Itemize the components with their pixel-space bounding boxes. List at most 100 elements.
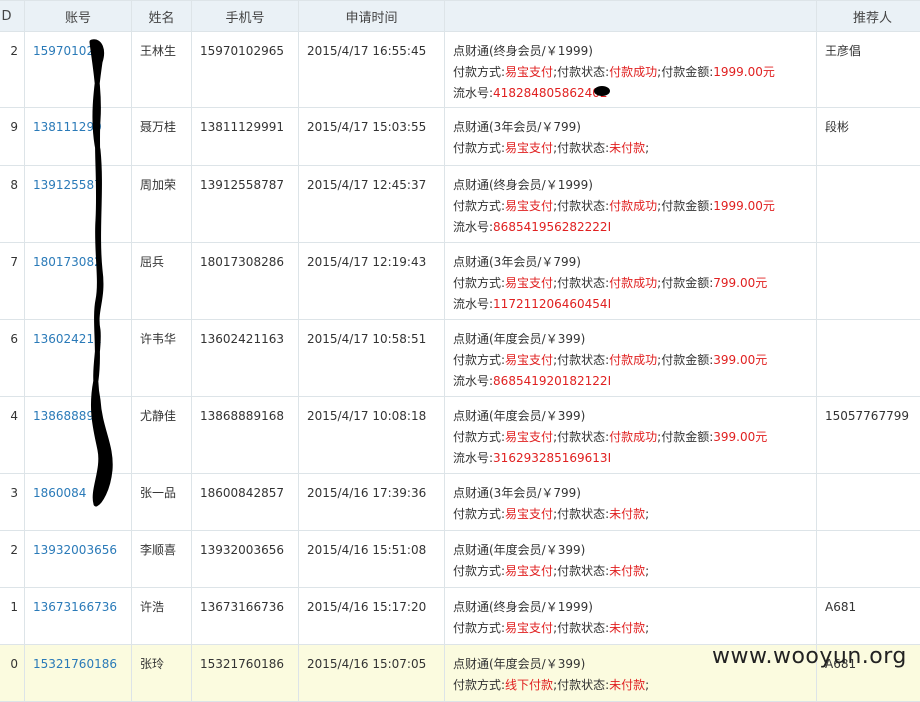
time-cell: 2015/4/17 16:55:45 <box>299 32 445 108</box>
product-line: 点财通(终身会员/￥1999) <box>453 41 808 62</box>
serial-value: 117211206460454I <box>493 297 611 311</box>
phone-cell: 18600842857 <box>192 474 299 531</box>
col-header-index[interactable]: D <box>0 1 25 32</box>
account-link[interactable]: 138688898 <box>33 409 102 423</box>
table-row[interactable]: 113673166736许浩136731667362015/4/16 15:17… <box>0 588 920 645</box>
time-cell: 2015/4/17 10:58:51 <box>299 320 445 397</box>
referrer-cell: 王彦倡 <box>817 32 920 108</box>
payment-line: 付款方式:易宝支付;付款状态:未付款; <box>453 618 808 639</box>
name-cell: 许浩 <box>132 588 192 645</box>
order-detail-cell: 点财通(终身会员/￥1999)付款方式:易宝支付;付款状态:未付款; <box>445 588 817 645</box>
table-row[interactable]: 7180173082屈兵180173082862015/4/17 12:19:4… <box>0 243 920 320</box>
row-index: 1 <box>0 588 25 645</box>
name-cell: 尤静佳 <box>132 397 192 474</box>
pay-trail: ; <box>645 678 649 692</box>
product-line: 点财通(年度会员/￥399) <box>453 540 808 561</box>
account-cell: 136024211 <box>25 320 132 397</box>
pay-status-value: 付款成功 <box>609 65 657 79</box>
product-line: 点财通(年度会员/￥399) <box>453 406 808 427</box>
phone-cell: 15321760186 <box>192 645 299 702</box>
serial-value: 316293285169613I <box>493 451 611 465</box>
table-row[interactable]: 9138111299聂万桂138111299912015/4/17 15:03:… <box>0 108 920 166</box>
phone-cell: 13602421163 <box>192 320 299 397</box>
account-cell: 15321760186 <box>25 645 132 702</box>
account-link[interactable]: 138111299 <box>33 120 102 134</box>
account-cell: 180173082 <box>25 243 132 320</box>
account-link[interactable]: 159701029 <box>33 44 102 58</box>
row-index: 7 <box>0 243 25 320</box>
account-link[interactable]: 15321760186 <box>33 657 117 671</box>
serial-line: 流水号:868541920182122I <box>453 371 808 392</box>
serial-label: 流水号: <box>453 297 493 311</box>
serial-value: 868541956282222I <box>493 220 611 234</box>
table-row[interactable]: 8139125587周加荣139125587872015/4/17 12:45:… <box>0 166 920 243</box>
serial-label: 流水号: <box>453 86 493 100</box>
referrer-cell: 段彬 <box>817 108 920 166</box>
pay-amount-label: ;付款金额: <box>657 65 713 79</box>
col-header-name[interactable]: 姓名 <box>132 1 192 32</box>
table-row[interactable]: 4138688898尤静佳138688891682015/4/17 10:08:… <box>0 397 920 474</box>
time-cell: 2015/4/16 15:51:08 <box>299 531 445 588</box>
product-line: 点财通(3年会员/￥799) <box>453 252 808 273</box>
phone-cell: 13811129991 <box>192 108 299 166</box>
col-header-time[interactable]: 申请时间 <box>299 1 445 32</box>
serial-line: 流水号:868541956282222I <box>453 217 808 238</box>
col-header-account[interactable]: 账号 <box>25 1 132 32</box>
pay-method-label: 付款方式: <box>453 430 505 444</box>
account-link[interactable]: 139125587 <box>33 178 102 192</box>
referrer-cell: A681 <box>817 588 920 645</box>
serial-value: 868541920182122I <box>493 374 611 388</box>
account-link[interactable]: 136024211 <box>33 332 102 346</box>
row-index: 9 <box>0 108 25 166</box>
phone-cell: 13868889168 <box>192 397 299 474</box>
pay-status-label: ;付款状态: <box>553 353 609 367</box>
time-cell: 2015/4/16 17:39:36 <box>299 474 445 531</box>
pay-method-value: 易宝支付 <box>505 141 553 155</box>
table-row[interactable]: 6136024211许韦华136024211632015/4/17 10:58:… <box>0 320 920 397</box>
pay-status-label: ;付款状态: <box>553 199 609 213</box>
pay-status-value: 付款成功 <box>609 353 657 367</box>
referrer-cell <box>817 243 920 320</box>
pay-status-value: 未付款 <box>609 621 645 635</box>
phone-cell: 13912558787 <box>192 166 299 243</box>
payment-line: 付款方式:易宝支付;付款状态:付款成功;付款金额:1999.00元 <box>453 62 808 83</box>
table-header-row: D 账号 姓名 手机号 申请时间 推荐人 <box>0 1 920 32</box>
pay-method-value: 易宝支付 <box>505 507 553 521</box>
name-cell: 张玲 <box>132 645 192 702</box>
pay-method-value: 易宝支付 <box>505 276 553 290</box>
serial-label: 流水号: <box>453 451 493 465</box>
serial-line: 流水号:117211206460454I <box>453 294 808 315</box>
name-cell: 聂万桂 <box>132 108 192 166</box>
account-link[interactable]: 13673166736 <box>33 600 117 614</box>
name-cell: 李顺喜 <box>132 531 192 588</box>
col-header-phone[interactable]: 手机号 <box>192 1 299 32</box>
referrer-cell <box>817 320 920 397</box>
table-row[interactable]: 2159701029王林生159701029652015/4/17 16:55:… <box>0 32 920 108</box>
time-cell: 2015/4/17 12:19:43 <box>299 243 445 320</box>
serial-label: 流水号: <box>453 220 493 234</box>
order-detail-cell: 点财通(年度会员/￥399)付款方式:易宝支付;付款状态:付款成功;付款金额:3… <box>445 320 817 397</box>
name-cell: 王林生 <box>132 32 192 108</box>
pay-status-value: 付款成功 <box>609 276 657 290</box>
row-index: 6 <box>0 320 25 397</box>
pay-method-value: 易宝支付 <box>505 621 553 635</box>
referrer-cell <box>817 166 920 243</box>
pay-method-value: 易宝支付 <box>505 65 553 79</box>
account-link[interactable]: 13932003656 <box>33 543 117 557</box>
pay-method-label: 付款方式: <box>453 276 505 290</box>
pay-method-value: 易宝支付 <box>505 199 553 213</box>
col-header-referrer[interactable]: 推荐人 <box>817 1 920 32</box>
pay-method-value: 线下付款 <box>505 678 553 692</box>
account-link[interactable]: 1860084 <box>33 486 86 500</box>
pay-trail: ; <box>645 564 649 578</box>
account-link[interactable]: 180173082 <box>33 255 102 269</box>
pay-amount-label: ;付款金额: <box>657 430 713 444</box>
pay-method-value: 易宝支付 <box>505 430 553 444</box>
payment-line: 付款方式:易宝支付;付款状态:未付款; <box>453 504 808 525</box>
pay-status-label: ;付款状态: <box>553 564 609 578</box>
payment-line: 付款方式:易宝支付;付款状态:未付款; <box>453 138 808 159</box>
table-row[interactable]: 213932003656李顺喜139320036562015/4/16 15:5… <box>0 531 920 588</box>
table-row[interactable]: 31860084张一品186008428572015/4/16 17:39:36… <box>0 474 920 531</box>
pay-method-value: 易宝支付 <box>505 564 553 578</box>
orders-table: D 账号 姓名 手机号 申请时间 推荐人 2159701029王林生159701… <box>0 0 920 702</box>
